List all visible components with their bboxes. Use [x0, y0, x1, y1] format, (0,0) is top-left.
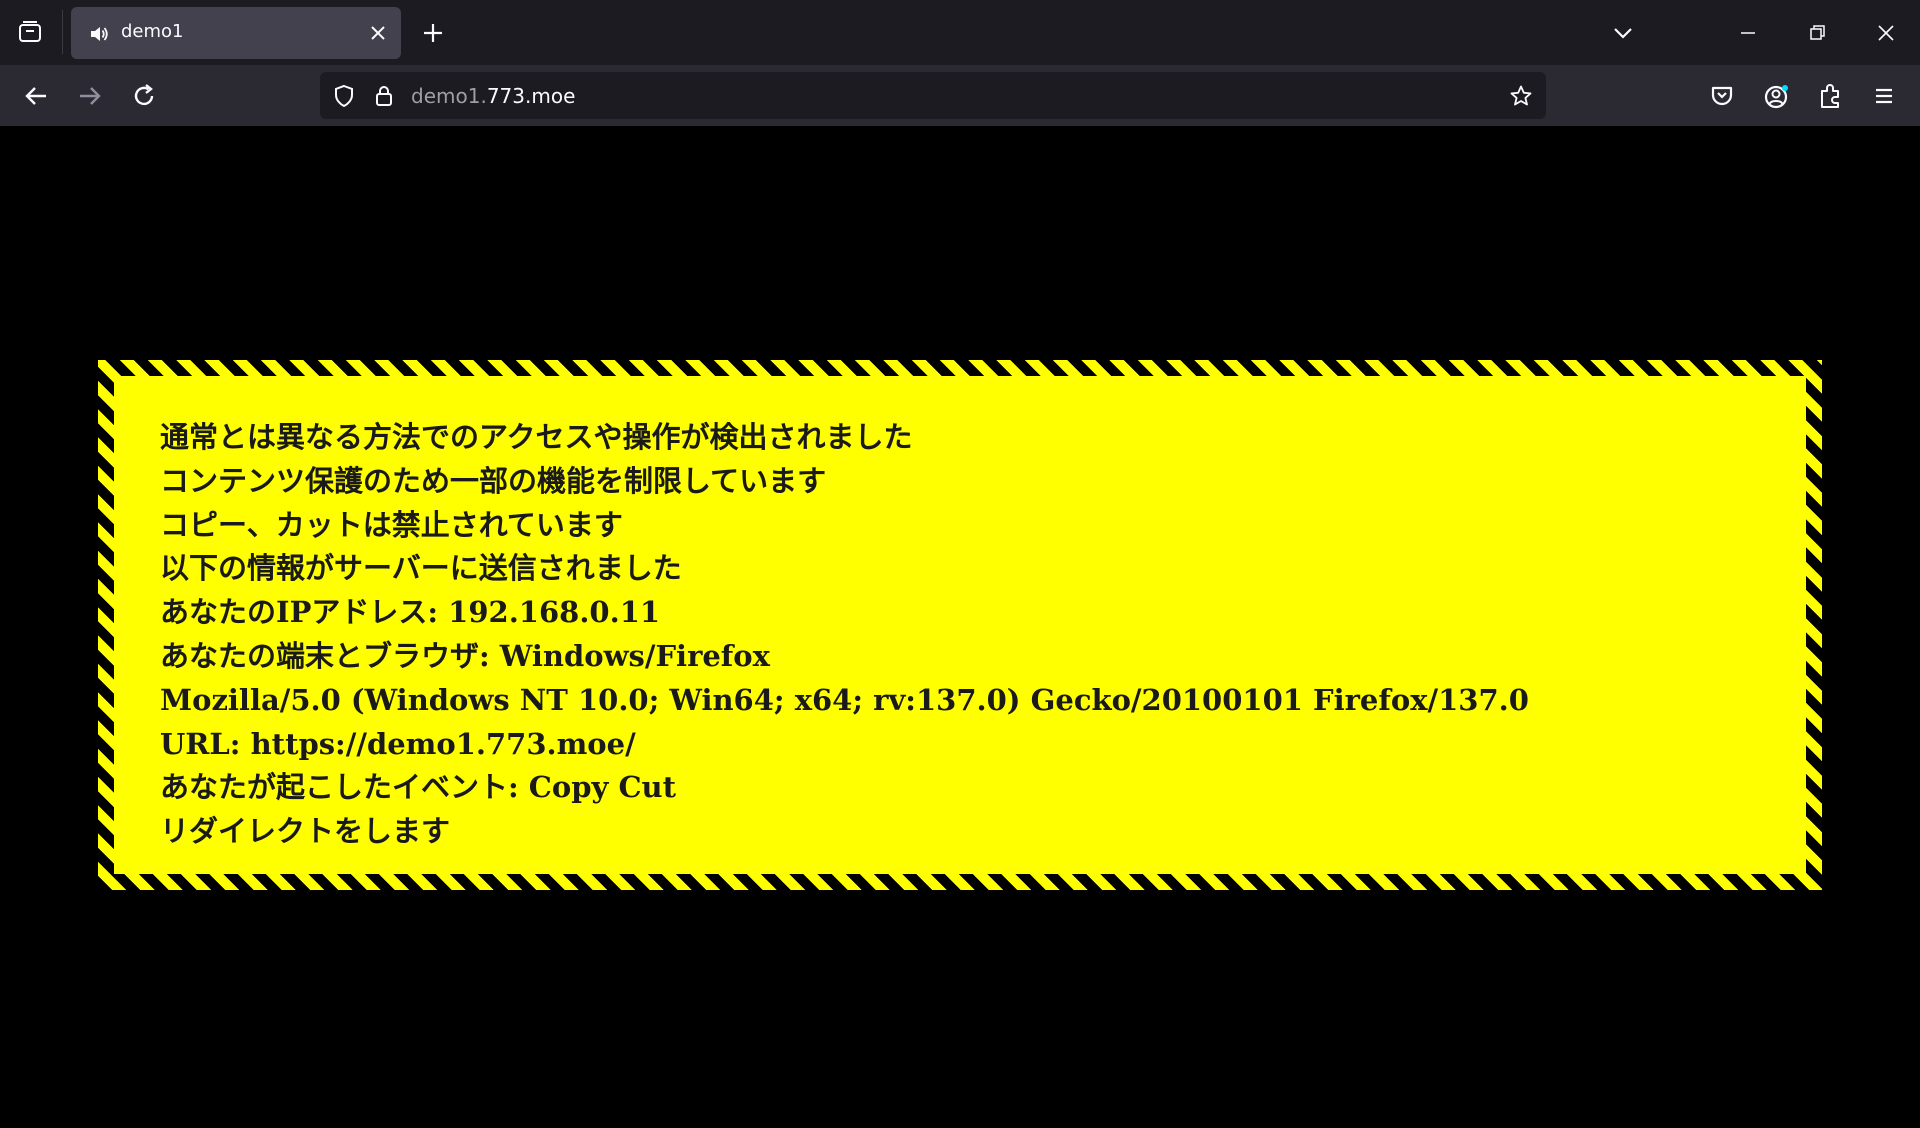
tracking-protection-shield-icon[interactable]	[332, 84, 356, 108]
lock-icon[interactable]	[372, 84, 396, 108]
bookmark-star-icon[interactable]	[1509, 84, 1533, 108]
close-tab-icon[interactable]	[367, 22, 389, 44]
close-window-icon[interactable]	[1871, 18, 1901, 48]
forward-icon[interactable]	[74, 80, 106, 112]
warning-line: コピー、カットは禁止されています	[160, 507, 623, 542]
navigation-toolbar: demo1.773.moe	[0, 65, 1920, 126]
warning-line: 通常とは異なる方法でのアクセスや操作が検出されました	[160, 420, 913, 454]
warning-line: あなたのIPアドレス: 192.168.0.11	[160, 595, 661, 630]
warning-line: URL: https://demo1.773.moe/	[160, 726, 636, 761]
warning-banner: 通常とは異なる方法でのアクセスや操作が検出されました コンテンツ保護のため一部の…	[98, 360, 1822, 890]
account-icon[interactable]	[1760, 80, 1792, 112]
pocket-icon[interactable]	[1706, 80, 1738, 112]
tab-demo1[interactable]: demo1	[71, 7, 401, 59]
new-tab-icon[interactable]	[418, 18, 448, 48]
page-content: 通常とは異なる方法でのアクセスや操作が検出されました コンテンツ保護のため一部の…	[0, 126, 1920, 1128]
extensions-icon[interactable]	[1814, 80, 1846, 112]
warning-banner-body: 通常とは異なる方法でのアクセスや操作が検出されました コンテンツ保護のため一部の…	[114, 376, 1806, 874]
warning-line: コンテンツ保護のため一部の機能を制限しています	[160, 463, 827, 498]
url-domain: 773.moe	[486, 84, 576, 108]
url-text[interactable]: demo1.773.moe	[411, 84, 575, 108]
url-bar[interactable]: demo1.773.moe	[320, 72, 1546, 119]
restore-icon[interactable]	[1802, 18, 1832, 48]
firefox-view-icon	[19, 21, 41, 42]
url-subdomain: demo1.	[411, 84, 487, 108]
firefox-view-button[interactable]	[10, 12, 50, 52]
tab-separator	[62, 10, 63, 54]
reload-icon[interactable]	[128, 80, 160, 112]
warning-line: 以下の情報がサーバーに送信されました	[160, 551, 682, 586]
tab-title: demo1	[121, 21, 184, 42]
warning-message: 通常とは異なる方法でのアクセスや操作が検出されました コンテンツ保護のため一部の…	[160, 416, 1529, 854]
warning-line: リダイレクトをします	[160, 814, 451, 849]
list-all-tabs-icon[interactable]	[1608, 18, 1638, 48]
warning-line: あなたが起こしたイベント: Copy Cut	[160, 770, 677, 805]
warning-line: あなたの端末とブラウザ: Windows/Firefox	[160, 638, 770, 673]
warning-line: Mozilla/5.0 (Windows NT 10.0; Win64; x64…	[160, 682, 1529, 717]
menu-hamburger-icon[interactable]	[1868, 80, 1900, 112]
tab-strip: demo1	[0, 0, 1920, 65]
minimize-icon[interactable]	[1733, 18, 1763, 48]
speaker-icon[interactable]	[88, 23, 110, 45]
back-icon[interactable]	[20, 80, 52, 112]
